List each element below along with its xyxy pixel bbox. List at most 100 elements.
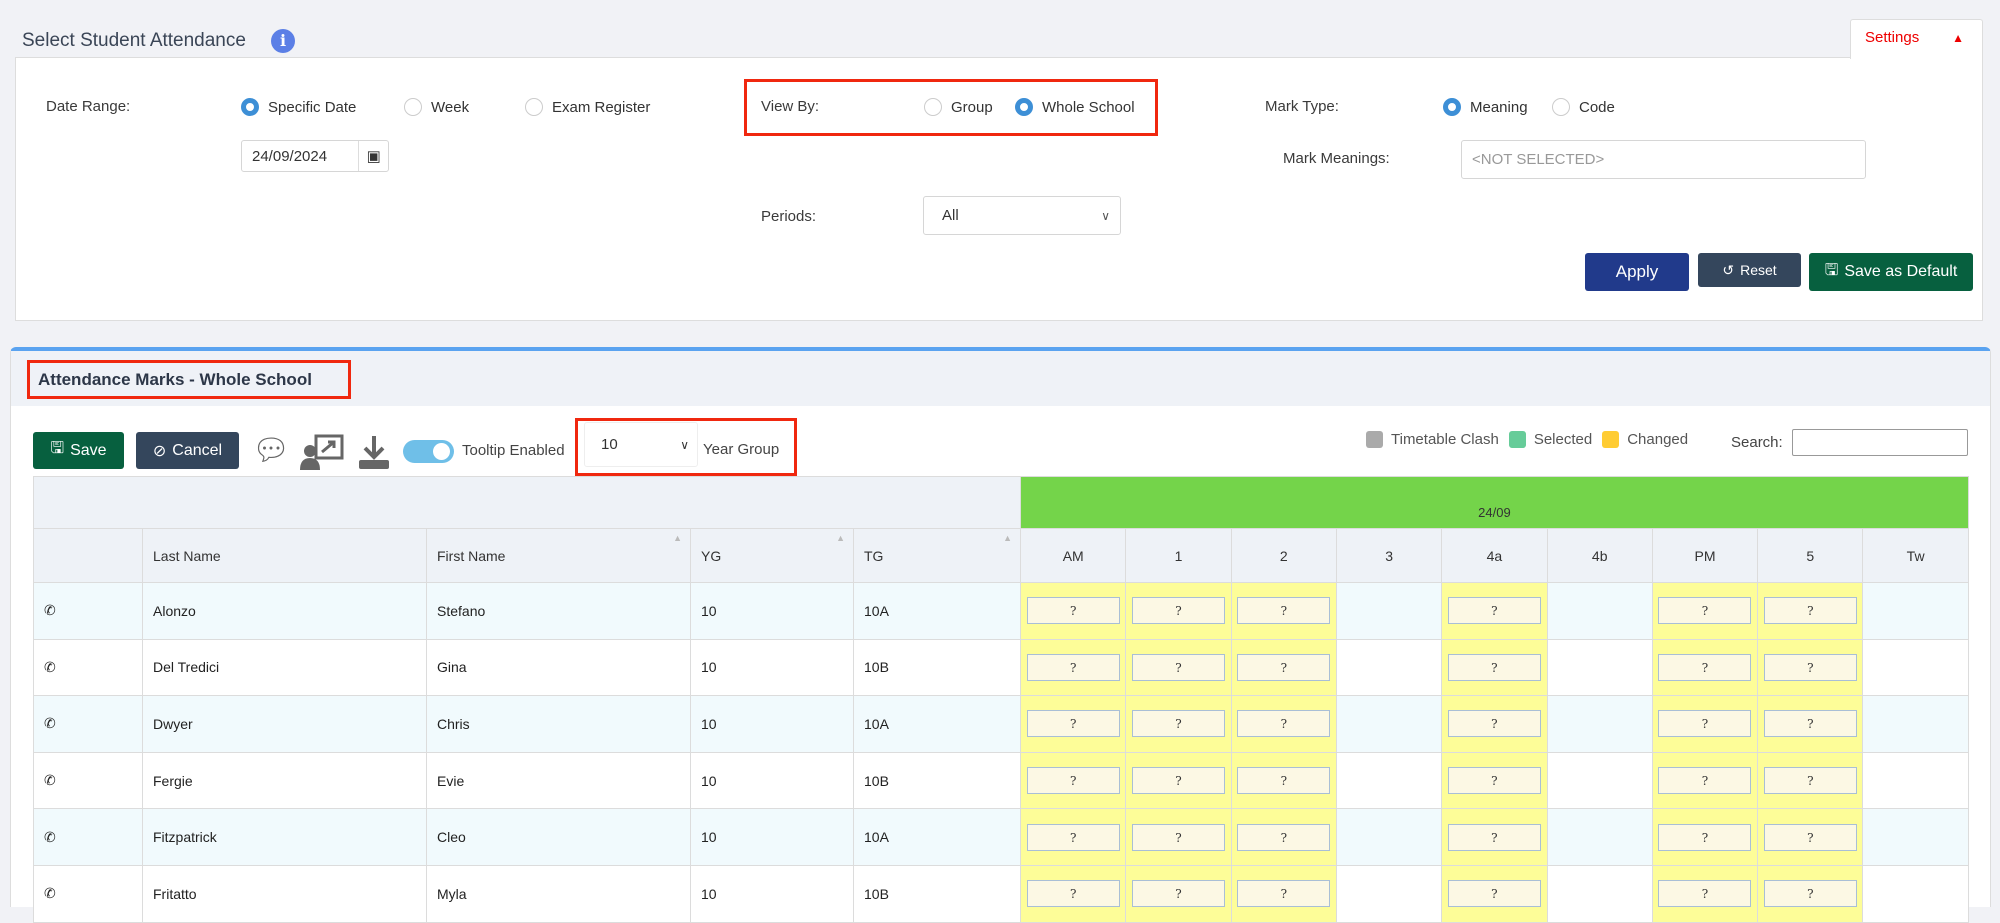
col-period: Tw [1862, 528, 1969, 583]
mark-input[interactable]: ? [1447, 653, 1541, 681]
phone-icon[interactable]: ✆ [44, 885, 56, 901]
legend-swatch [1602, 431, 1620, 448]
mark-cell: ? [1125, 751, 1232, 810]
mark-input[interactable]: ? [1132, 823, 1225, 851]
settings-tab[interactable]: Settings ▲ [1850, 19, 1983, 59]
settings-label: Settings [1865, 29, 1920, 46]
mark-meanings-input[interactable]: <NOT SELECTED> [1461, 140, 1866, 179]
mark-input[interactable]: ? [1763, 880, 1857, 908]
mark-input[interactable]: ? [1237, 823, 1331, 851]
mark-input[interactable]: ? [1658, 767, 1752, 795]
info-icon[interactable]: i [271, 29, 295, 53]
download-icon[interactable] [357, 434, 391, 470]
mark-input[interactable]: ? [1763, 597, 1857, 625]
year-group-select[interactable]: 10 ∨ [584, 422, 698, 467]
phone-icon[interactable]: ✆ [44, 829, 56, 845]
radio-code[interactable]: Code [1552, 98, 1615, 116]
col-yg[interactable]: YG ▲ [690, 528, 854, 583]
empty-period-cell [1862, 582, 1969, 640]
radio-label: Code [1579, 98, 1615, 116]
legend-selected: Selected [1508, 431, 1592, 448]
mark-input[interactable]: ? [1447, 823, 1541, 851]
mark-input[interactable]: ? [1447, 710, 1541, 738]
mark-input[interactable]: ? [1026, 823, 1120, 851]
radio-meaning[interactable]: Meaning [1443, 98, 1528, 116]
periods-select[interactable]: All ∨ [923, 196, 1121, 235]
year-group-value: 10 [601, 436, 618, 453]
mark-cell: ? [1441, 638, 1548, 697]
table-row: ✆ Fergie Evie 10 10B?????? [33, 751, 1969, 810]
tooltip-toggle[interactable] [403, 440, 454, 463]
col-last-name[interactable]: Last Name [142, 528, 427, 583]
mark-input[interactable]: ? [1447, 597, 1541, 625]
chevron-down-icon: ∨ [1101, 208, 1110, 223]
empty-period-cell [1335, 582, 1443, 640]
reset-button[interactable]: ↺ Reset [1698, 253, 1801, 287]
empty-period-cell [1862, 695, 1969, 753]
mark-input[interactable]: ? [1763, 767, 1857, 795]
mark-input[interactable]: ? [1658, 823, 1752, 851]
radio-specific-date[interactable]: Specific Date [241, 98, 356, 116]
cancel-button[interactable]: ⊘ Cancel [136, 432, 239, 469]
comment-icon[interactable]: 💬︎ [252, 433, 290, 468]
mark-input[interactable]: ? [1237, 653, 1331, 681]
empty-period-cell [1335, 695, 1443, 753]
mark-input[interactable]: ? [1237, 597, 1331, 625]
cell-last: Fritatto [142, 864, 427, 923]
mark-input[interactable]: ? [1447, 767, 1541, 795]
empty-period-cell [1335, 751, 1443, 810]
mark-input[interactable]: ? [1658, 653, 1752, 681]
cell-tg: 10B [852, 638, 1022, 697]
calendar-icon[interactable]: ▣ [358, 141, 388, 171]
search-input[interactable] [1792, 429, 1968, 456]
save-label: Save [70, 441, 107, 459]
save-as-default-button[interactable]: 🖫 Save as Default [1809, 253, 1973, 291]
cell-last: Fitzpatrick [142, 808, 427, 866]
mark-input[interactable]: ? [1026, 653, 1120, 681]
mark-input[interactable]: ? [1447, 880, 1541, 908]
mark-input[interactable]: ? [1132, 653, 1225, 681]
mark-input[interactable]: ? [1026, 880, 1120, 908]
mark-input[interactable]: ? [1763, 710, 1857, 738]
apply-button[interactable]: Apply [1585, 253, 1689, 291]
mark-input[interactable]: ? [1763, 823, 1857, 851]
mark-input[interactable]: ? [1658, 597, 1752, 625]
mark-input[interactable]: ? [1132, 767, 1225, 795]
col-tg[interactable]: TG ▲ [852, 528, 1022, 583]
reset-label: Reset [1740, 262, 1777, 278]
mark-input[interactable]: ? [1026, 767, 1120, 795]
mark-input[interactable]: ? [1237, 710, 1331, 738]
mark-cell: ? [1230, 638, 1337, 697]
save-button[interactable]: 🖫 Save [33, 432, 124, 469]
mark-cell: ? [1757, 638, 1864, 697]
mark-cell: ? [1230, 695, 1337, 753]
mark-input[interactable]: ? [1026, 710, 1120, 738]
radio-whole-school[interactable]: Whole School [1015, 98, 1135, 116]
mark-input[interactable]: ? [1658, 880, 1752, 908]
mark-input[interactable]: ? [1132, 880, 1225, 908]
cell-last: Dwyer [142, 695, 427, 753]
phone-icon[interactable]: ✆ [44, 602, 56, 618]
radio-exam-register[interactable]: Exam Register [525, 98, 650, 116]
radio-week[interactable]: Week [404, 98, 469, 116]
col-label: TG [864, 547, 884, 564]
phone-icon[interactable]: ✆ [44, 659, 56, 675]
user-presentation-icon[interactable] [300, 434, 344, 470]
mark-input[interactable]: ? [1132, 597, 1225, 625]
mark-input[interactable]: ? [1237, 880, 1331, 908]
col-period: 4a [1441, 528, 1548, 583]
mark-cell: ? [1125, 638, 1232, 697]
mark-input[interactable]: ? [1026, 597, 1120, 625]
col-first-name[interactable]: First Name ▲ [426, 528, 691, 583]
mark-input[interactable]: ? [1237, 767, 1331, 795]
radio-group[interactable]: Group [924, 98, 993, 116]
col-period: 2 [1230, 528, 1337, 583]
mark-input[interactable]: ? [1658, 710, 1752, 738]
floppy-icon: 🖫 [50, 440, 65, 457]
mark-input[interactable]: ? [1132, 710, 1225, 738]
legend-swatch [1508, 431, 1526, 448]
phone-icon[interactable]: ✆ [44, 715, 56, 731]
phone-icon[interactable]: ✆ [44, 772, 56, 788]
date-field[interactable]: 24/09/2024 ▣ [241, 140, 389, 172]
mark-input[interactable]: ? [1763, 653, 1857, 681]
